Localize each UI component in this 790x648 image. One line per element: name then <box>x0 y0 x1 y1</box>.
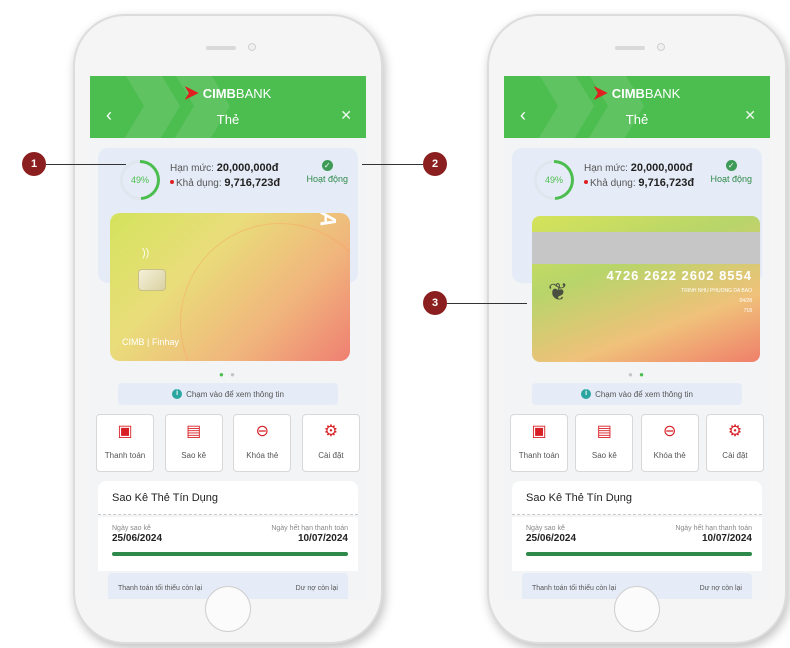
callout-3-line <box>447 303 527 304</box>
phone-speaker <box>206 46 236 50</box>
lock-card-button[interactable]: ⊖ Khóa thẻ <box>233 414 292 472</box>
phone-camera <box>248 43 256 51</box>
statement-title: Sao Kê Thẻ Tín Dụng <box>98 481 358 515</box>
document-icon: ▤ <box>186 423 202 440</box>
bird-emblem-icon: ❦ <box>548 279 569 306</box>
limit-info: Hạn mức: 20,000,000đ Khả dụng: 9,716,723… <box>584 162 695 189</box>
cimb-logo: CIMBBANK <box>90 86 366 101</box>
pay-button[interactable]: ▣ Thanh toán <box>510 414 568 472</box>
usage-ring: 49% <box>120 160 160 200</box>
app-screen: CIMBBANK Thẻ ‹ ✕ 49% Hạn mức: 20,000,000… <box>504 76 770 599</box>
callout-3: 3 <box>423 291 447 315</box>
pay-button[interactable]: ▣ Thanh toán <box>96 414 154 472</box>
cimb-logo: CIMBBANK <box>504 86 770 101</box>
statement-progress-bar <box>112 552 348 556</box>
carousel-dots: ● ● <box>628 370 646 379</box>
cimb-logo-icon <box>593 86 608 100</box>
statement-date: 25/06/2024 <box>112 533 163 544</box>
info-icon: i <box>581 389 592 399</box>
gear-icon: ⚙ <box>727 423 743 440</box>
contactless-icon: )) <box>142 247 150 259</box>
card-expiry: 04/28 <box>739 298 752 304</box>
page-title: Thẻ <box>625 112 649 127</box>
page-title: Thẻ <box>216 112 240 127</box>
gear-icon: ⚙ <box>323 423 339 440</box>
card-lock-icon: ⊖ <box>255 423 270 440</box>
close-icon[interactable]: ✕ <box>744 108 756 122</box>
tap-hint[interactable]: i Chạm vào để xem thông tin <box>118 383 338 405</box>
statement-dates: Ngày sao kê 25/06/2024 Ngày hết hạn than… <box>512 517 762 571</box>
settings-button[interactable]: ⚙ Cài đặt <box>301 414 360 472</box>
carousel-dots: ● ● <box>219 370 237 379</box>
check-icon: ✓ <box>321 160 333 171</box>
back-chevron-icon[interactable]: ‹ <box>520 106 526 124</box>
statement-button[interactable]: ▤ Sao kê <box>575 414 634 472</box>
lock-card-button[interactable]: ⊖ Khóa thẻ <box>640 414 699 472</box>
close-icon[interactable]: ✕ <box>340 108 352 122</box>
home-button[interactable] <box>205 586 251 632</box>
usage-ring: 49% <box>534 160 574 200</box>
due-date: 10/07/2024 <box>297 533 348 544</box>
statement-progress-bar <box>526 552 752 556</box>
card-actions: ▣ Thanh toán ▤ Sao kê ⊖ Khóa thẻ ⚙ Cài đặt <box>96 414 360 472</box>
phone-camera <box>657 43 665 51</box>
wallet-icon: ▣ <box>531 423 547 440</box>
status-badge: ✓ Hoạt động <box>710 160 752 184</box>
card-cvv: 718 <box>743 308 752 314</box>
card-holder: TRINH NHU PHUONG DA BAO <box>681 288 752 294</box>
card-chip-icon <box>138 269 166 291</box>
statement-section: Sao Kê Thẻ Tín Dụng Ngày sao kê 25/06/20… <box>504 481 770 599</box>
statement-button[interactable]: ▤ Sao kê <box>164 414 223 472</box>
limit-info: Hạn mức: 20,000,000đ Khả dụng: 9,716,723… <box>170 162 281 189</box>
due-date: 10/07/2024 <box>701 533 752 544</box>
home-button[interactable] <box>614 586 660 632</box>
callout-2: 2 <box>423 152 447 176</box>
tap-hint[interactable]: i Chạm vào để xem thông tin <box>532 383 742 405</box>
settings-button[interactable]: ⚙ Cài đặt <box>705 414 764 472</box>
status-badge: ✓ Hoạt động <box>306 160 348 184</box>
callout-1-line <box>46 164 126 165</box>
back-chevron-icon[interactable]: ‹ <box>106 106 112 124</box>
phone-speaker <box>615 46 645 50</box>
visa-logo: VISA <box>314 213 340 227</box>
check-icon: ✓ <box>725 160 737 171</box>
statement-title: Sao Kê Thẻ Tín Dụng <box>512 481 762 515</box>
card-brand: CIMB | Finhay <box>122 337 179 347</box>
callout-2-line <box>362 164 423 165</box>
statement-dates: Ngày sao kê 25/06/2024 Ngày hết hạn than… <box>98 517 358 571</box>
phone-back-view: CIMBBANK Thẻ ‹ ✕ 49% Hạn mức: 20,000,000… <box>487 14 787 644</box>
magnetic-strip <box>532 232 760 264</box>
credit-card-front[interactable]: )) VISA CIMB | Finhay <box>110 213 350 361</box>
app-header: CIMBBANK Thẻ ‹ ✕ <box>90 76 366 138</box>
statement-section: Sao Kê Thẻ Tín Dụng Ngày sao kê 25/06/20… <box>90 481 366 599</box>
app-screen: CIMBBANK Thẻ ‹ ✕ 49% Hạn mức: 20,000,000… <box>90 76 366 599</box>
card-lock-icon: ⊖ <box>662 423 677 440</box>
callout-1: 1 <box>22 152 46 176</box>
app-header: CIMBBANK Thẻ ‹ ✕ <box>504 76 770 138</box>
credit-card-back[interactable]: ❦ 4726 2622 2602 8554 TRINH NHU PHUONG D… <box>532 216 760 362</box>
wallet-icon: ▣ <box>117 423 133 440</box>
statement-date: 25/06/2024 <box>526 533 577 544</box>
phone-front-view: CIMBBANK Thẻ ‹ ✕ 49% Hạn mức: 20,000,000… <box>73 14 383 644</box>
card-actions: ▣ Thanh toán ▤ Sao kê ⊖ Khóa thẻ ⚙ Cài đặt <box>510 414 764 472</box>
card-number: 4726 2622 2602 8554 <box>606 268 752 283</box>
document-icon: ▤ <box>596 423 612 440</box>
info-icon: i <box>172 389 183 399</box>
cimb-logo-icon <box>184 86 199 100</box>
